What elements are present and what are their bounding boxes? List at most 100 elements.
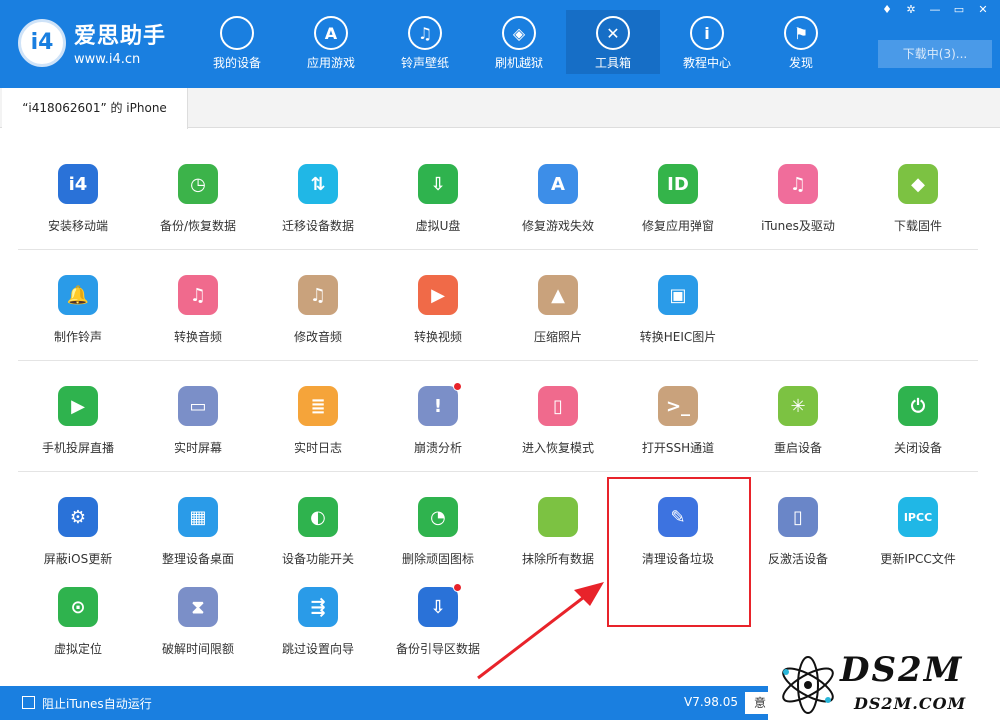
tool-recovery[interactable]: ▯ 进入恢复模式 — [498, 362, 618, 472]
tool-cube[interactable]: ◆ 下载固件 — [858, 140, 978, 250]
tool-transfer[interactable]: ⇅ 迁移设备数据 — [258, 140, 378, 250]
clock-icon: ◷ — [178, 164, 218, 204]
tool-log[interactable]: ≣ 实时日志 — [258, 362, 378, 472]
tool-label: 转换HEIC图片 — [639, 330, 717, 344]
icon-glyph: IPCC — [903, 510, 933, 524]
cube-icon: ◆ — [898, 164, 938, 204]
icon-glyph: >_ — [665, 395, 691, 417]
close-icon[interactable]: ✕ — [974, 2, 992, 18]
tool-clock[interactable]: ◷ 备份/恢复数据 — [138, 140, 258, 250]
shirt-icon[interactable]: ♦ — [878, 2, 896, 18]
tool-hourglass[interactable]: ⧗ 破解时间限额 — [138, 563, 258, 673]
nav-item-1[interactable]: A 应用游戏 — [284, 10, 378, 74]
tool-music-edit[interactable]: ♫ 修改音频 — [258, 251, 378, 361]
tool-label: 安装移动端 — [47, 219, 108, 233]
block-itunes-checkbox[interactable] — [22, 696, 35, 709]
pie-icon: ◔ — [418, 497, 458, 537]
header-bar: i4 爱思助手 www.i4.cn 我的设备 A 应用游戏 ♫ 铃声壁纸 ◈ 刷机越狱 ✕ 工具… — [0, 0, 1000, 88]
tool-label: 备份引导区数据 — [395, 642, 480, 656]
tool-skip[interactable]: ⇶ 跳过设置向导 — [258, 563, 378, 673]
tool-itunes[interactable]: ♫ iTunes及驱动 — [738, 140, 858, 250]
icon-glyph: ▦ — [189, 506, 207, 528]
tool-label: 虚拟定位 — [53, 642, 102, 656]
tools-row: ▶ 手机投屏直播 ▭ 实时屏幕 ≣ 实时日志! 崩溃分析 ▯ 进入恢复模式 >_ 打开SSH通道 ✳ 重… — [18, 362, 978, 472]
tool-i4[interactable]: i4 安装移动端 — [18, 140, 138, 250]
box-icon: ◈ — [502, 16, 536, 50]
nav-label: 教程中心 — [682, 56, 731, 70]
annotation-arrow — [477, 582, 604, 680]
photo-icon: ▲ — [538, 275, 578, 315]
tool-appstore-repair[interactable]: A 修复游戏失效 — [498, 140, 618, 250]
nav-item-6[interactable]: ⚑ 发现 — [754, 10, 848, 74]
tool-power[interactable]: ⏻ 关闭设备 — [858, 362, 978, 472]
log-icon: ≣ — [298, 386, 338, 426]
download-queue-button[interactable]: 下载中(3)... — [878, 40, 992, 68]
icon-glyph: ▲ — [551, 284, 565, 306]
tools-icon: ✕ — [596, 16, 630, 50]
tool-restart[interactable]: ✳ 重启设备 — [738, 362, 858, 472]
tool-location[interactable]: ⊙ 虚拟定位 — [18, 563, 138, 673]
tool-label: 跳过设置向导 — [281, 642, 354, 656]
tools-row: 🔔 制作铃声 ♫ 转换音频 ♫ 修改音频 ▶ 转换视频 ▲ 压缩照片 ▣ 转换HEIC图片 — [18, 251, 978, 361]
tool-label: 崩溃分析 — [413, 441, 462, 455]
icon-glyph: ⇩ — [430, 173, 446, 195]
watermark-text: DS2M — [840, 650, 964, 690]
device-tab-bar: “i418062601” 的 iPhone — [0, 88, 1000, 129]
tool-appleid[interactable]: ID 修复应用弹窗 — [618, 140, 738, 250]
tool-label: 重启设备 — [773, 441, 822, 455]
icon-glyph: ▶ — [431, 284, 445, 306]
icon-glyph: ◆ — [911, 173, 925, 195]
highlight-box — [607, 477, 751, 627]
watermark-url: DS2M.COM — [854, 694, 967, 713]
block-itunes-label: 阻止iTunes自动运行 — [42, 697, 152, 711]
tool-usb[interactable]: ⇩ 虚拟U盘 — [378, 140, 498, 250]
tool-play[interactable]: ▶ 转换视频 — [378, 251, 498, 361]
icon-glyph: A — [551, 173, 565, 195]
tool-photo[interactable]: ▲ 压缩照片 — [498, 251, 618, 361]
tool-label: 下载固件 — [893, 219, 942, 233]
maximize-icon[interactable]: ▭ — [950, 2, 968, 18]
tab-device[interactable]: “i418062601” 的 iPhone — [2, 88, 188, 129]
info-icon: i — [690, 16, 724, 50]
nav-label: 工具箱 — [594, 56, 631, 70]
nav-item-2[interactable]: ♫ 铃声壁纸 — [378, 10, 472, 74]
music-note-icon: ♫ — [178, 275, 218, 315]
settings-icon[interactable]: ✲ — [902, 2, 920, 18]
tool-heic[interactable]: ▣ 转换HEIC图片 — [618, 251, 738, 361]
tool-monitor[interactable]: ▭ 实时屏幕 — [138, 362, 258, 472]
heic-icon: ▣ — [658, 275, 698, 315]
nav-item-0[interactable]: 我的设备 — [190, 10, 284, 74]
power-icon: ⏻ — [898, 386, 938, 426]
icon-glyph: ♫ — [309, 284, 327, 306]
bell-icon: 🔔 — [58, 275, 98, 315]
tool-label: 转换音频 — [173, 330, 222, 344]
atom-logo-icon — [782, 656, 834, 714]
icon-glyph: ▶ — [71, 395, 85, 417]
tool-label: 实时日志 — [293, 441, 342, 455]
tool-label: 进入恢复模式 — [521, 441, 594, 455]
nav-label: 刷机越狱 — [494, 56, 543, 70]
music-icon: ♫ — [408, 16, 442, 50]
tool-phone-play[interactable]: ▶ 手机投屏直播 — [18, 362, 138, 472]
minimize-icon[interactable]: — — [926, 2, 944, 18]
tool-ssh[interactable]: >_ 打开SSH通道 — [618, 362, 738, 472]
icon-glyph: ID — [667, 173, 689, 195]
nav-item-5[interactable]: i 教程中心 — [660, 10, 754, 74]
deactivate-icon: ▯ — [778, 497, 818, 537]
main-nav: 我的设备 A 应用游戏 ♫ 铃声壁纸 ◈ 刷机越狱 ✕ 工具箱 i 教程中心 ⚑ 发现 — [190, 10, 848, 74]
nav-item-4[interactable]: ✕ 工具箱 — [566, 10, 660, 74]
icon-glyph: ⇶ — [310, 596, 326, 618]
icon-glyph: ◷ — [190, 173, 206, 195]
itunes-icon: ♫ — [778, 164, 818, 204]
tool-bell[interactable]: 🔔 制作铃声 — [18, 251, 138, 361]
tool-crash[interactable]: ! 崩溃分析 — [378, 362, 498, 472]
i4-logo-icon: i4 — [18, 18, 66, 67]
transfer-icon: ⇅ — [298, 164, 338, 204]
icon-glyph: ⊙ — [70, 596, 86, 618]
nav-item-3[interactable]: ◈ 刷机越狱 — [472, 10, 566, 74]
tool-music-note[interactable]: ♫ 转换音频 — [138, 251, 258, 361]
crash-icon: ! — [418, 382, 462, 426]
notification-dot — [453, 583, 462, 592]
icon-glyph: i4 — [68, 173, 88, 195]
tool-label: 修复应用弹窗 — [641, 219, 714, 233]
